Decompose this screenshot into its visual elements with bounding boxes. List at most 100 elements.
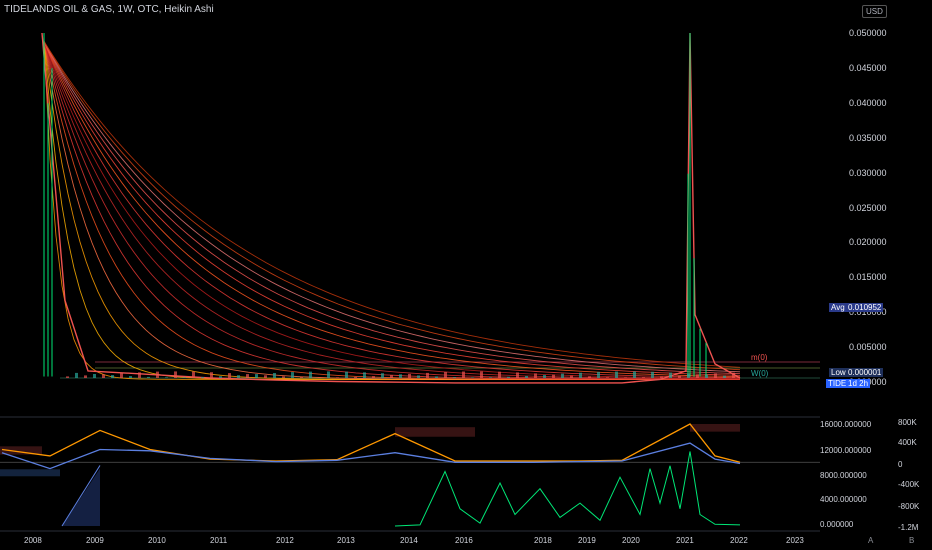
candle — [561, 373, 564, 378]
candle — [669, 372, 672, 378]
decay-curve — [43, 41, 740, 380]
candle — [417, 375, 420, 378]
symbol-tag: TIDE — [826, 379, 849, 388]
time-tick-label: 2016 — [455, 536, 473, 545]
low-tag-label: Low — [829, 368, 848, 377]
price-tick-label: 0.045000 — [849, 62, 887, 73]
time-tick-label: 2010 — [148, 536, 166, 545]
candle — [525, 375, 528, 378]
candle — [687, 373, 690, 378]
candle — [219, 376, 222, 378]
candle — [156, 371, 159, 378]
decay-curve — [43, 41, 741, 375]
time-tick-label: 2022 — [730, 536, 748, 545]
price-tick-label: 0.005000 — [849, 342, 887, 353]
candle — [309, 371, 312, 378]
time-tick-label: 2018 — [534, 536, 552, 545]
candle — [444, 372, 447, 378]
candle — [714, 373, 717, 378]
decay-curve — [43, 41, 741, 378]
osc-band-blue — [0, 469, 60, 477]
candle — [291, 372, 294, 378]
w-annotation: W(0) — [751, 369, 769, 378]
candle — [579, 372, 582, 378]
candle — [300, 377, 303, 378]
decay-curve — [43, 41, 741, 376]
time-tick-label: 2021 — [676, 536, 694, 545]
candle — [264, 375, 267, 378]
osc-left-tick-label: 8000.000000 — [820, 471, 867, 480]
currency-button[interactable]: USD — [862, 5, 887, 18]
candle — [435, 376, 438, 378]
osc-right-tick-label: -1.2M — [898, 523, 919, 532]
candle — [507, 376, 510, 378]
candle — [165, 377, 168, 378]
candle — [498, 371, 501, 378]
candle — [102, 374, 105, 378]
candle — [570, 375, 573, 378]
candle — [273, 373, 276, 378]
candle — [534, 373, 537, 378]
candle — [732, 372, 735, 378]
candle — [138, 372, 141, 378]
nav-a-button[interactable]: A — [868, 536, 873, 545]
chart-canvas[interactable] — [0, 0, 932, 550]
countdown-tag: 1d 2h — [846, 379, 871, 388]
decay-curve — [43, 41, 740, 379]
price-tick-label: 0.030000 — [849, 167, 887, 178]
candle — [723, 375, 726, 378]
price-tick-label: 0.035000 — [849, 132, 887, 143]
nav-b-button[interactable]: B — [909, 536, 914, 545]
osc-right-tick-label: 400K — [898, 438, 917, 447]
candle — [237, 375, 240, 378]
osc-right-tick-label: -800K — [898, 502, 920, 511]
price-tick-label: 0.025000 — [849, 202, 887, 213]
candle — [327, 371, 330, 378]
candle — [93, 374, 96, 378]
osc-right-tick-label: -400K — [898, 480, 920, 489]
candle — [372, 376, 375, 378]
chart-root: TIDELANDS OIL & GAS, 1W, OTC, Heikin Ash… — [0, 0, 932, 550]
candle — [642, 377, 645, 378]
candle — [129, 376, 132, 378]
candle — [66, 376, 69, 378]
osc-band-red — [395, 427, 475, 437]
candle — [471, 377, 474, 378]
candle — [120, 373, 123, 378]
time-tick-label: 2020 — [622, 536, 640, 545]
candle — [660, 376, 663, 378]
osc-line-orange — [1, 423, 741, 463]
candle — [255, 374, 258, 378]
candle — [588, 376, 591, 378]
price-tick-label: 0.020000 — [849, 237, 887, 248]
candle — [678, 375, 681, 378]
candle — [111, 375, 114, 378]
m-annotation: m(0) — [751, 353, 768, 362]
osc-left-tick-label: 4000.000000 — [820, 495, 867, 504]
candle — [363, 372, 366, 378]
avg-tag-value: 0.010952 — [846, 303, 884, 312]
candle — [147, 376, 150, 378]
candle — [696, 374, 699, 378]
candle — [210, 372, 213, 378]
time-tick-label: 2008 — [24, 536, 42, 545]
candle — [192, 371, 195, 378]
avg-tag-label: Avg — [829, 303, 847, 312]
candle — [489, 377, 492, 378]
candle — [615, 371, 618, 378]
candle — [624, 377, 627, 378]
decay-curve — [43, 41, 741, 368]
candle — [75, 372, 78, 378]
time-tick-label: 2011 — [210, 536, 228, 545]
low-tag-value: 0.000001 — [846, 368, 884, 377]
candle — [453, 377, 456, 378]
osc-left-tick-label: 0.000000 — [820, 520, 854, 529]
time-tick-label: 2013 — [337, 536, 355, 545]
time-tick-label: 2014 — [400, 536, 418, 545]
candle — [705, 374, 708, 378]
candle — [408, 373, 411, 378]
time-tick-label: 2019 — [578, 536, 596, 545]
candle — [651, 371, 654, 378]
candle — [381, 373, 384, 378]
candle — [480, 371, 483, 378]
